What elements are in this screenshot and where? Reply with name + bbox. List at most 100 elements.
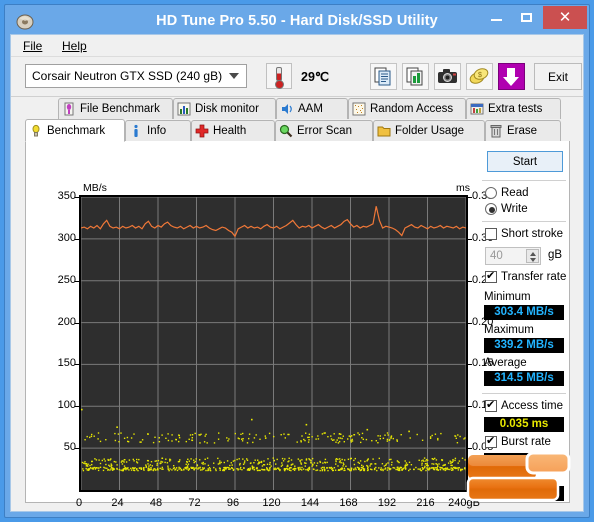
radio-write-label: Write (501, 203, 528, 215)
overlay-logo (466, 452, 571, 502)
disk-monitor-icon (177, 102, 191, 116)
tab-folder-usage[interactable]: Folder Usage (373, 120, 485, 141)
minimum-label: Minimum (484, 291, 531, 303)
y-tick-label: 100 (57, 399, 76, 412)
tab-extra-tests[interactable]: Extra tests (466, 98, 561, 119)
tab-error-scan[interactable]: Error Scan (275, 120, 373, 141)
screenshot-button[interactable] (434, 63, 461, 90)
tab-strip-row1: File Benchmark Disk monitor AAM Random A… (11, 98, 583, 120)
y-tick-mark (75, 364, 79, 366)
x-tick-label: 216 (416, 497, 435, 509)
y-tick-mark (75, 322, 79, 324)
x-tick-label: 48 (149, 497, 163, 509)
tab-erase[interactable]: Erase (485, 120, 561, 141)
divider-3 (482, 393, 566, 394)
control-panel: Start Read Write Short stroke 40 gB ✔ Tr… (480, 147, 568, 501)
tab-info[interactable]: Info (125, 120, 191, 141)
money-icon: $ (469, 68, 489, 84)
tab-aam[interactable]: AAM (276, 98, 348, 119)
access-time-label: Access time (501, 400, 563, 412)
tab-disk-monitor[interactable]: Disk monitor (173, 98, 276, 119)
spinner-down-icon (530, 258, 536, 262)
maximum-label: Maximum (484, 324, 534, 336)
svg-text:$: $ (478, 72, 482, 79)
average-value: 314.5 MB/s (484, 371, 564, 386)
checkbox-access-time[interactable]: Access time (485, 399, 563, 412)
tab-strip-row2: Benchmark Info Health Error Scan Folder … (11, 119, 583, 142)
tab-health[interactable]: Health (191, 120, 275, 141)
x-tick-label: 0 (75, 497, 83, 509)
info-icon (134, 124, 138, 137)
tab-random-access[interactable]: Random Access (348, 98, 466, 119)
drive-select[interactable]: Corsair Neutron GTX SSD (240 gB) (25, 64, 247, 88)
download-button[interactable] (498, 63, 525, 90)
menu-item-help[interactable]: Help (55, 38, 94, 54)
erase-icon (490, 125, 502, 138)
radio-read[interactable]: Read (485, 187, 529, 199)
tab-folder-usage-label: Folder Usage (395, 125, 465, 137)
checkbox-transfer-rate[interactable]: Transfer rate (485, 270, 566, 283)
plot-area (79, 195, 468, 492)
close-button[interactable]: ✕ (543, 6, 587, 29)
tab-health-label: Health (213, 125, 247, 137)
file-benchmark-icon (64, 102, 74, 116)
toolbar: Corsair Neutron GTX SSD (240 gB) 29℃ $ E… (11, 57, 583, 97)
benchmark-icon (32, 124, 40, 136)
tab-file-benchmark[interactable]: File Benchmark (58, 98, 173, 119)
burst-rate-label: Burst rate (501, 436, 551, 448)
minimum-value: 303.4 MB/s (484, 305, 564, 320)
y-tick-label: 250 (57, 273, 76, 286)
minimize-button[interactable] (481, 6, 511, 28)
y-tick-label: 150 (57, 357, 76, 370)
tab-error-scan-label: Error Scan (297, 125, 352, 137)
copy-image-button[interactable] (402, 63, 429, 90)
plot-svg (81, 197, 466, 490)
exit-button[interactable]: Exit (534, 63, 582, 90)
tab-aam-label: AAM (298, 103, 323, 115)
y-axis-unit-left: MB/s (83, 182, 107, 194)
app-root: HD Tune Pro 5.50 - Hard Disk/SSD Utility… (0, 0, 594, 522)
menu-item-file[interactable]: File (16, 38, 49, 54)
maximize-button[interactable] (511, 6, 541, 28)
buy-button[interactable]: $ (466, 63, 493, 90)
y2-tick-mark (468, 448, 472, 450)
extra-tests-icon (470, 103, 484, 115)
copy-icon (374, 67, 391, 86)
drive-select-value: Corsair Neutron GTX SSD (240 gB) (32, 69, 223, 83)
radio-read-indicator (485, 187, 497, 199)
exit-label: Exit (547, 69, 568, 84)
tab-benchmark[interactable]: Benchmark (25, 119, 125, 142)
y-axis-unit-right: ms (456, 182, 470, 194)
tab-file-benchmark-label: File Benchmark (80, 103, 160, 115)
maximize-icon (520, 12, 532, 22)
window-frame: HD Tune Pro 5.50 - Hard Disk/SSD Utility… (4, 4, 590, 518)
checkbox-burst-rate[interactable]: Burst rate (485, 435, 551, 448)
radio-write[interactable]: Write (485, 203, 528, 215)
temperature-value: 29℃ (301, 70, 329, 84)
y-tick-mark (75, 280, 79, 282)
error-scan-icon (279, 124, 293, 138)
y2-tick-mark (468, 280, 472, 282)
copy-button[interactable] (370, 63, 397, 90)
x-tick-label: 168 (339, 497, 358, 509)
client-area: File Help Corsair Neutron GTX SSD (240 g… (10, 34, 584, 512)
download-arrow-icon (503, 68, 519, 86)
short-stroke-input[interactable]: 40 (485, 247, 541, 265)
menu-file-label: File (23, 39, 43, 53)
menu-help-label: Help (62, 39, 87, 53)
average-label: Average (484, 357, 527, 369)
divider-2 (482, 221, 566, 222)
random-access-icon (352, 102, 366, 116)
close-icon: ✕ (558, 9, 572, 26)
health-icon (195, 124, 209, 138)
spinner-up-icon (530, 252, 536, 256)
checkbox-short-stroke[interactable]: Short stroke (485, 228, 563, 240)
y-tick-mark (75, 238, 79, 240)
short-stroke-spinner[interactable] (526, 249, 539, 263)
x-tick-label: 192 (377, 497, 397, 509)
start-button[interactable]: Start (487, 151, 563, 172)
thermometer-icon (276, 67, 282, 81)
y2-tick-mark (468, 322, 472, 324)
benchmark-graph: MB/s ms 350 300 250 200 150 100 50 0.35 0.30 0.2… (42, 175, 494, 515)
folder-usage-icon (377, 126, 391, 137)
